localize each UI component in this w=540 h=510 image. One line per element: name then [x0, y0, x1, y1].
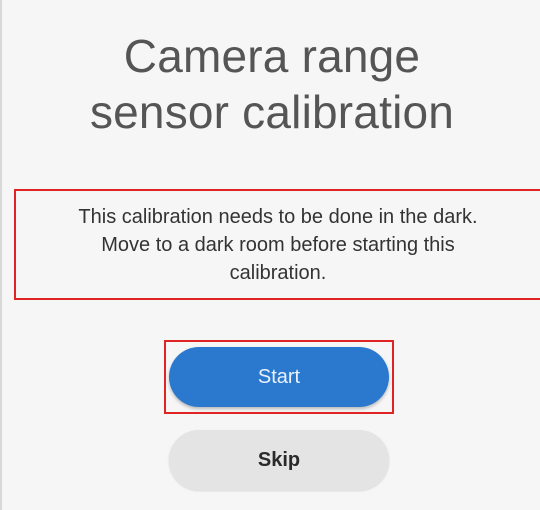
instruction-highlight-box: This calibration needs to be done in the…: [14, 189, 540, 300]
start-button[interactable]: Start: [169, 347, 389, 407]
page-title-line-2: sensor calibration: [89, 86, 455, 138]
page-title-line-1: Camera range: [123, 30, 421, 82]
skip-button[interactable]: Skip: [169, 430, 389, 490]
calibration-screen: Camera range sensor calibration This cal…: [0, 0, 540, 510]
instruction-message: This calibration needs to be done in the…: [78, 205, 478, 284]
page-title: Camera range sensor calibration: [2, 28, 540, 140]
